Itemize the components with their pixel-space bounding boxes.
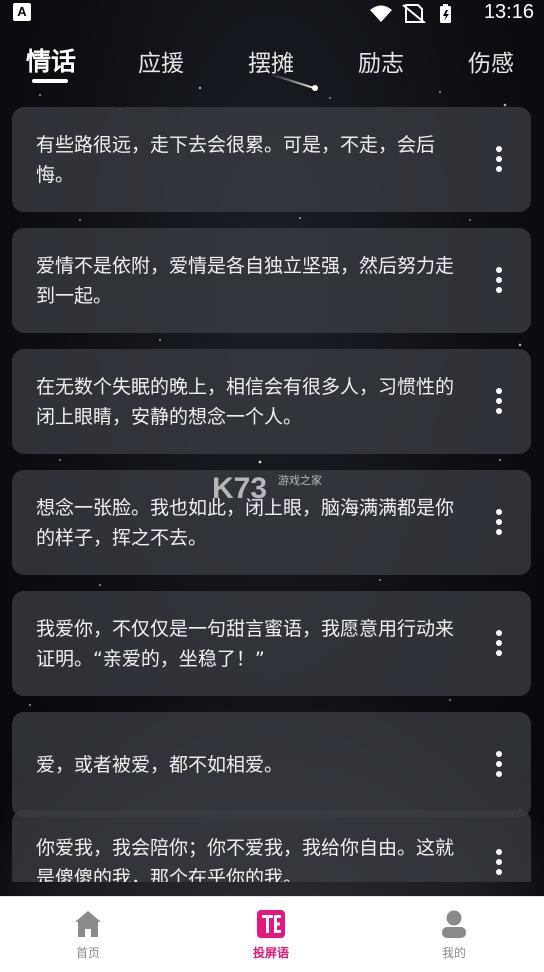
phrase-text: 爱，或者被爱，都不如相爱。	[36, 753, 284, 776]
phrase-card[interactable]: 我爱你，不仅仅是一句甜言蜜语，我愿意用行动来证明。“亲爱的，坐稳了！”	[12, 591, 531, 696]
phrase-card[interactable]: 想念一张脸。我也如此，闭上眼，脑海满满都是你的样子，挥之不去。	[12, 470, 531, 575]
phrase-card[interactable]: 有些路很远，走下去会很累。可是，不走，会后悔。	[12, 107, 531, 212]
bottom-navigation: 首页 投屏语 我的	[0, 896, 544, 972]
phrase-text: 在无数个失眠的晚上，相信会有很多人，习惯性的闭上眼睛，安静的想念一个人。	[36, 375, 455, 428]
screen-text-icon	[257, 910, 285, 938]
phrase-text: 我爱你，不仅仅是一句甜言蜜语，我愿意用行动来证明。“亲爱的，坐稳了！”	[36, 617, 455, 670]
more-options-icon[interactable]	[495, 145, 503, 174]
phrase-list[interactable]: 有些路很远，走下去会很累。可是，不走，会后悔。 爱情不是依附，爱情是各自独立坚强…	[0, 0, 544, 882]
home-icon	[75, 911, 101, 937]
nav-profile[interactable]: 我的	[394, 897, 514, 972]
more-options-icon[interactable]	[495, 629, 503, 658]
phrase-card[interactable]: 你爱我，我会陪你；你不爱我，我给你自由。这就是傻傻的我，那个在乎你的我。	[12, 810, 531, 882]
nav-home-label: 首页	[75, 946, 100, 960]
more-options-icon[interactable]	[495, 848, 503, 877]
phrase-card[interactable]: 爱情不是依附，爱情是各自独立坚强，然后努力走到一起。	[12, 228, 531, 333]
phrase-text: 有些路很远，走下去会很累。可是，不走，会后悔。	[36, 133, 436, 186]
phrase-text: 想念一张脸。我也如此，闭上眼，脑海满满都是你的样子，挥之不去。	[36, 496, 455, 549]
nav-home[interactable]: 首页	[28, 897, 148, 972]
nav-profile-label: 我的	[441, 946, 466, 960]
phrase-card[interactable]: 爱，或者被爱，都不如相爱。	[12, 712, 531, 817]
more-options-icon[interactable]	[495, 750, 503, 779]
profile-icon	[442, 910, 466, 938]
more-options-icon[interactable]	[495, 266, 503, 295]
more-options-icon[interactable]	[495, 508, 503, 537]
phrase-card[interactable]: 在无数个失眠的晚上，相信会有很多人，习惯性的闭上眼睛，安静的想念一个人。	[12, 349, 531, 454]
nav-screen-text-label: 投屏语	[252, 946, 289, 960]
phrase-text: 爱情不是依附，爱情是各自独立坚强，然后努力走到一起。	[36, 254, 455, 307]
nav-screen-text[interactable]: 投屏语	[211, 897, 331, 972]
more-options-icon[interactable]	[495, 387, 503, 416]
phrase-text: 你爱我，我会陪你；你不爱我，我给你自由。这就是傻傻的我，那个在乎你的我。	[36, 836, 455, 883]
